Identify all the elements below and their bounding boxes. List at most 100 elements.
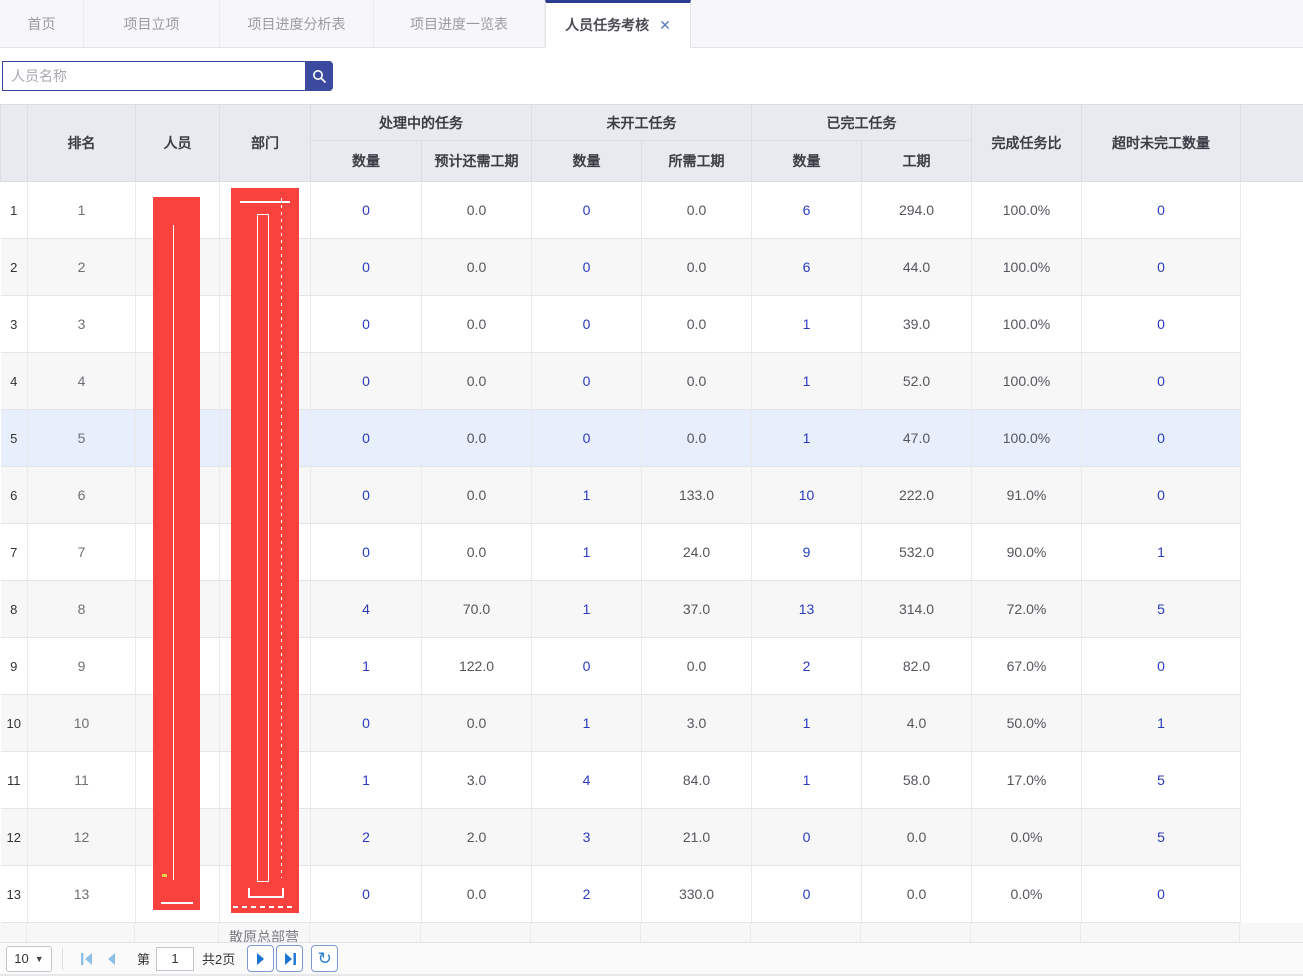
chevron-down-icon: ▼ — [35, 954, 44, 964]
cell-not-started-qty-link[interactable]: 0 — [532, 239, 642, 296]
cell-completed-duration: 52.0 — [862, 353, 972, 410]
cell-overdue-link[interactable]: 0 — [1082, 866, 1241, 923]
cell-overdue-link[interactable]: 0 — [1082, 638, 1241, 695]
cell-processing-qty-link[interactable]: 1 — [311, 638, 422, 695]
tab-progress-overview[interactable]: 项目进度一览表 — [374, 0, 545, 47]
header-required-duration: 所需工期 — [642, 141, 752, 182]
cell-filler — [1241, 182, 1303, 239]
cell-processing-qty-link[interactable]: 0 — [311, 353, 422, 410]
cell-not-started-qty-link[interactable]: 1 — [532, 695, 642, 752]
cell-not-started-qty-link[interactable]: 0 — [532, 353, 642, 410]
close-tab-icon[interactable]: ✕ — [659, 17, 671, 34]
cell-not-started-qty-link[interactable]: 0 — [532, 638, 642, 695]
cell-overdue-link[interactable]: 0 — [1082, 467, 1241, 524]
cell-completion-ratio: 72.0% — [972, 581, 1082, 638]
cell-completed-qty-link[interactable]: 9 — [752, 524, 862, 581]
page-number-input[interactable] — [156, 947, 194, 971]
cell-overdue-link[interactable]: 0 — [1082, 296, 1241, 353]
prev-page-icon — [106, 953, 116, 965]
cell-completed-qty-link[interactable]: 6 — [752, 182, 862, 239]
refresh-button[interactable]: ↻ — [311, 945, 338, 972]
row-index: 3 — [1, 296, 28, 353]
page-size-select[interactable]: 10 ▼ — [6, 946, 52, 972]
cell-completed-qty-link[interactable]: 1 — [752, 410, 862, 467]
cell-processing-qty-link[interactable]: 0 — [311, 866, 422, 923]
search-icon — [311, 68, 327, 84]
cell-not-started-qty-link[interactable]: 3 — [532, 809, 642, 866]
cell-overdue-link[interactable]: 0 — [1082, 353, 1241, 410]
cell-completion-ratio: 67.0% — [972, 638, 1082, 695]
cell-completed-qty-link[interactable]: 10 — [752, 467, 862, 524]
cell-not-started-qty-link[interactable]: 1 — [532, 467, 642, 524]
page-size-value: 10 — [14, 951, 28, 966]
first-page-button[interactable] — [75, 947, 99, 971]
tab-home[interactable]: 首页 — [0, 0, 84, 47]
cell-rank: 10 — [28, 695, 136, 752]
cell-processing-remaining: 0.0 — [422, 866, 532, 923]
cell-processing-qty-link[interactable]: 0 — [311, 695, 422, 752]
cell-completed-duration: 4.0 — [862, 695, 972, 752]
header-completed-qty: 数量 — [752, 141, 862, 182]
cell-processing-qty-link[interactable]: 0 — [311, 410, 422, 467]
cell-completed-qty-link[interactable]: 13 — [752, 581, 862, 638]
cell-rank: 4 — [28, 353, 136, 410]
cell-completed-duration: 58.0 — [862, 752, 972, 809]
cell-overdue-link[interactable]: 1 — [1082, 695, 1241, 752]
cell-not-started-duration: 0.0 — [642, 239, 752, 296]
tab-project-initiation[interactable]: 项目立项 — [84, 0, 220, 47]
cell-processing-qty-link[interactable]: 4 — [311, 581, 422, 638]
cell-processing-remaining: 3.0 — [422, 752, 532, 809]
search-input[interactable] — [2, 61, 305, 91]
cell-completed-qty-link[interactable]: 0 — [752, 866, 862, 923]
header-filler — [1241, 105, 1303, 182]
cell-processing-qty-link[interactable]: 0 — [311, 239, 422, 296]
cell-not-started-qty-link[interactable]: 1 — [532, 524, 642, 581]
next-page-button[interactable] — [247, 945, 274, 972]
cell-completed-qty-link[interactable]: 1 — [752, 695, 862, 752]
tab-progress-analysis[interactable]: 项目进度分析表 — [220, 0, 374, 47]
cell-not-started-qty-link[interactable]: 0 — [532, 410, 642, 467]
cell-completed-qty-link[interactable]: 1 — [752, 353, 862, 410]
last-page-button[interactable] — [276, 945, 303, 972]
cell-filler — [1241, 581, 1303, 638]
page-total-label: 共2页 — [202, 949, 235, 968]
prev-page-button[interactable] — [99, 947, 123, 971]
cell-processing-qty-link[interactable]: 0 — [311, 467, 422, 524]
cell-completed-qty-link[interactable]: 1 — [752, 752, 862, 809]
cell-completed-qty-link[interactable]: 6 — [752, 239, 862, 296]
cell-processing-qty-link[interactable]: 0 — [311, 296, 422, 353]
cell-completed-qty-link[interactable]: 2 — [752, 638, 862, 695]
cell-overdue-link[interactable]: 5 — [1082, 581, 1241, 638]
row-index: 7 — [1, 524, 28, 581]
cell-overdue-link[interactable]: 5 — [1082, 809, 1241, 866]
cell-not-started-qty-link[interactable]: 1 — [532, 581, 642, 638]
cell-filler — [1241, 695, 1303, 752]
cell-processing-remaining: 0.0 — [422, 296, 532, 353]
cell-processing-remaining: 0.0 — [422, 182, 532, 239]
cell-overdue-link[interactable]: 0 — [1082, 410, 1241, 467]
search-button[interactable] — [305, 61, 333, 91]
cell-completed-duration: 44.0 — [862, 239, 972, 296]
cell-overdue-link[interactable]: 0 — [1082, 182, 1241, 239]
cell-rank: 7 — [28, 524, 136, 581]
row-index: 1 — [1, 182, 28, 239]
cell-overdue-link[interactable]: 1 — [1082, 524, 1241, 581]
cell-processing-remaining: 122.0 — [422, 638, 532, 695]
cell-processing-qty-link[interactable]: 1 — [311, 752, 422, 809]
cell-processing-qty-link[interactable]: 2 — [311, 809, 422, 866]
partial-row: 散原总部营 — [0, 923, 1303, 942]
cell-completion-ratio: 100.0% — [972, 239, 1082, 296]
cell-not-started-qty-link[interactable]: 2 — [532, 866, 642, 923]
cell-completed-qty-link[interactable]: 1 — [752, 296, 862, 353]
cell-processing-remaining: 0.0 — [422, 467, 532, 524]
cell-overdue-link[interactable]: 0 — [1082, 239, 1241, 296]
cell-overdue-link[interactable]: 5 — [1082, 752, 1241, 809]
tab-personnel-assessment[interactable]: 人员任务考核 ✕ — [545, 0, 691, 48]
cell-processing-qty-link[interactable]: 0 — [311, 182, 422, 239]
cell-not-started-qty-link[interactable]: 4 — [532, 752, 642, 809]
cell-not-started-qty-link[interactable]: 0 — [532, 296, 642, 353]
cell-completed-qty-link[interactable]: 0 — [752, 809, 862, 866]
cell-not-started-qty-link[interactable]: 0 — [532, 182, 642, 239]
cell-processing-qty-link[interactable]: 0 — [311, 524, 422, 581]
cell-not-started-duration: 21.0 — [642, 809, 752, 866]
